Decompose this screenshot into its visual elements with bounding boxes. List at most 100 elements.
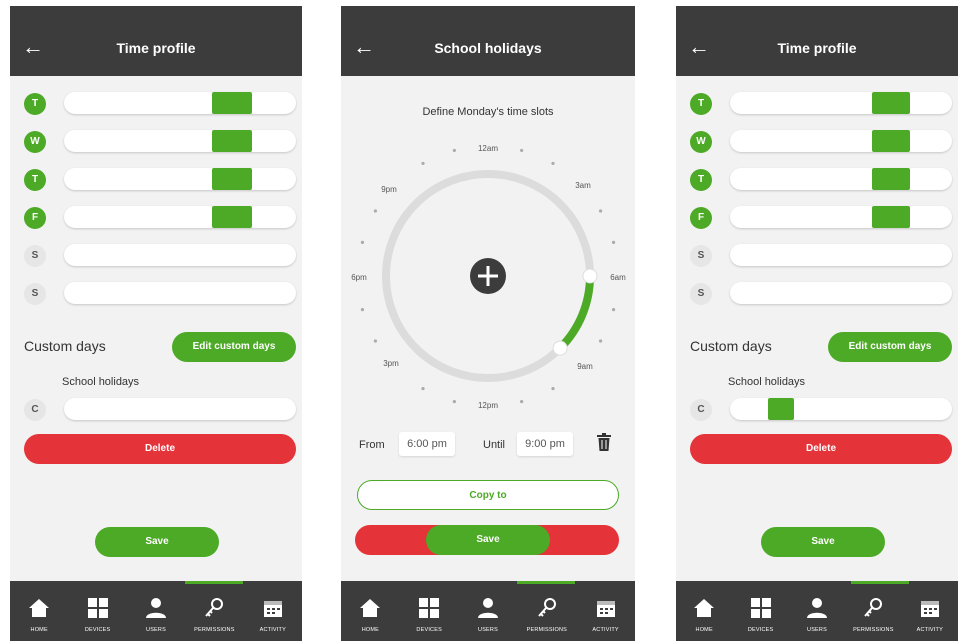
time-slot-fill[interactable]	[872, 206, 910, 228]
time-slot-fill[interactable]	[872, 168, 910, 190]
delete-button[interactable]: Delete	[690, 434, 952, 464]
day-badge[interactable]: S	[24, 283, 46, 305]
day-badge[interactable]: T	[690, 93, 712, 115]
day-badge[interactable]: F	[24, 207, 46, 229]
nav-label: HOME	[695, 627, 713, 633]
nav-devices[interactable]: DEVICES	[732, 581, 788, 641]
day-row[interactable]: W	[676, 128, 958, 156]
day-slot-bar[interactable]	[730, 206, 952, 228]
day-row[interactable]: F	[676, 204, 958, 232]
custom-day-row[interactable]: C	[676, 396, 958, 424]
nav-activity[interactable]: ACTIVITY	[902, 581, 958, 641]
nav-home[interactable]: HOME	[676, 581, 732, 641]
day-row[interactable]: S	[676, 280, 958, 308]
nav-label: ACTIVITY	[592, 627, 619, 633]
nav-permissions[interactable]: PERMISSIONS	[185, 581, 243, 641]
content: T W T F S S Custom days Edit custom days…	[10, 76, 302, 581]
time-slot-fill[interactable]	[872, 92, 910, 114]
day-row[interactable]: W	[10, 128, 302, 156]
save-button[interactable]: Save	[95, 527, 219, 557]
delete-button[interactable]: Delete	[24, 434, 296, 464]
custom-slot-bar[interactable]	[64, 398, 296, 420]
copy-to-button[interactable]: Copy to	[357, 480, 619, 510]
clock-label-6pm: 6pm	[351, 273, 367, 282]
nav-users[interactable]: USERS	[127, 581, 185, 641]
nav-devices[interactable]: DEVICES	[400, 581, 459, 641]
day-row[interactable]: T	[10, 166, 302, 194]
slot-start-handle[interactable]	[582, 268, 598, 284]
day-badge[interactable]: T	[690, 169, 712, 191]
time-slot-fill[interactable]	[212, 92, 252, 114]
day-row[interactable]: S	[10, 280, 302, 308]
clock-label-3am: 3am	[575, 181, 591, 190]
hour-tick	[421, 386, 425, 391]
grid-icon	[750, 598, 771, 618]
hour-tick	[421, 161, 425, 166]
save-button[interactable]: Save	[761, 527, 885, 557]
nav-permissions[interactable]: PERMISSIONS	[517, 581, 576, 641]
day-badge[interactable]: W	[690, 131, 712, 153]
clock-label-9pm: 9pm	[381, 185, 397, 194]
time-slot-fill[interactable]	[212, 206, 252, 228]
nav-activity[interactable]: ACTIVITY	[244, 581, 302, 641]
day-badge[interactable]: S	[24, 245, 46, 267]
day-slot-bar[interactable]	[64, 206, 296, 228]
hour-tick	[452, 399, 456, 404]
nav-users[interactable]: USERS	[789, 581, 845, 641]
day-row[interactable]: T	[676, 90, 958, 118]
header: ← Time profile	[10, 6, 302, 76]
time-slot-fill[interactable]	[212, 168, 252, 190]
time-slot-fill[interactable]	[212, 130, 252, 152]
day-row[interactable]: T	[10, 90, 302, 118]
day-badge[interactable]: W	[24, 131, 46, 153]
edit-custom-days-button[interactable]: Edit custom days	[172, 332, 296, 362]
day-badge[interactable]: T	[24, 169, 46, 191]
day-row[interactable]: F	[10, 204, 302, 232]
nav-home[interactable]: HOME	[341, 581, 400, 641]
day-badge[interactable]: S	[690, 283, 712, 305]
custom-day-badge[interactable]: C	[24, 399, 46, 421]
day-row[interactable]: T	[676, 166, 958, 194]
until-time-field[interactable]: 9:00 pm	[517, 432, 573, 456]
nav-label: USERS	[478, 627, 498, 633]
custom-day-badge[interactable]: C	[690, 399, 712, 421]
grid-icon	[87, 598, 108, 618]
key-icon	[205, 598, 224, 617]
day-badge[interactable]: S	[690, 245, 712, 267]
selected-slot-arc[interactable]	[557, 275, 594, 351]
day-row[interactable]: S	[10, 242, 302, 270]
from-time-field[interactable]: 6:00 pm	[399, 432, 455, 456]
day-slot-bar[interactable]	[730, 130, 952, 152]
nav-devices[interactable]: DEVICES	[68, 581, 126, 641]
page-title: Time profile	[777, 40, 857, 56]
custom-day-row[interactable]: C	[10, 396, 302, 424]
day-slot-bar[interactable]	[730, 244, 952, 266]
day-slot-bar[interactable]	[730, 168, 952, 190]
day-badge[interactable]: T	[24, 93, 46, 115]
day-slot-bar[interactable]	[64, 130, 296, 152]
slot-end-handle[interactable]	[552, 340, 568, 356]
nav-users[interactable]: USERS	[459, 581, 518, 641]
save-button[interactable]: Save	[426, 525, 550, 555]
day-slot-bar[interactable]	[730, 282, 952, 304]
time-dial[interactable]: 12am 3am 6am 9am 12pm 3pm 6pm 9pm	[341, 126, 635, 426]
time-slot-fill[interactable]	[767, 398, 795, 420]
day-badge[interactable]: F	[690, 207, 712, 229]
trash-icon[interactable]	[597, 433, 611, 451]
nav-permissions[interactable]: PERMISSIONS	[845, 581, 901, 641]
hour-tick	[611, 240, 616, 244]
custom-slot-bar[interactable]	[730, 398, 952, 420]
nav-home[interactable]: HOME	[10, 581, 68, 641]
nav-label: DEVICES	[84, 627, 111, 633]
day-slot-bar[interactable]	[64, 244, 296, 266]
edit-custom-days-button[interactable]: Edit custom days	[828, 332, 952, 362]
day-slot-bar[interactable]	[64, 168, 296, 190]
clock-label-3pm: 3pm	[383, 359, 399, 368]
nav-activity[interactable]: ACTIVITY	[576, 581, 635, 641]
time-slot-fill[interactable]	[872, 130, 910, 152]
day-slot-bar[interactable]	[64, 92, 296, 114]
day-row[interactable]: S	[676, 242, 958, 270]
day-slot-bar[interactable]	[64, 282, 296, 304]
day-slot-bar[interactable]	[730, 92, 952, 114]
page-title: School holidays	[434, 40, 542, 56]
